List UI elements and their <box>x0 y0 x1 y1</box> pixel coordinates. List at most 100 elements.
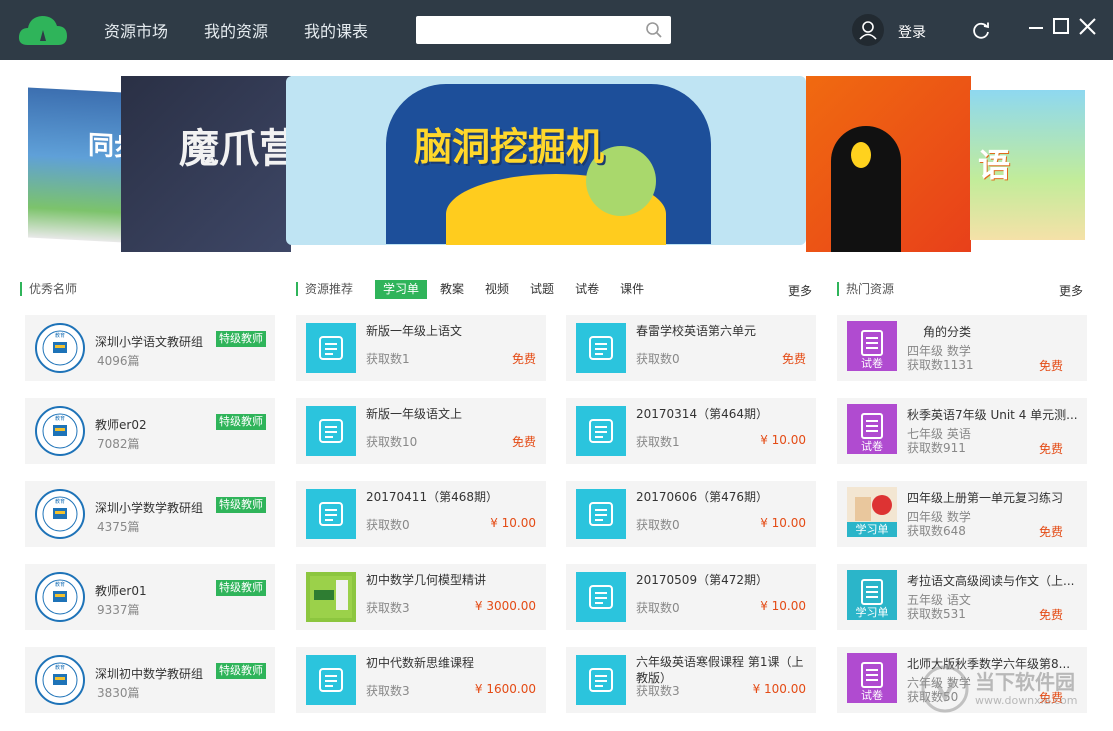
hot-resource-title: 秋季英语7年级 Unit 4 单元测... <box>907 408 1078 422</box>
search-icon[interactable] <box>645 21 663 39</box>
svg-text:教育: 教育 <box>55 498 65 505</box>
resource-price: ¥ 3000.00 <box>474 599 536 613</box>
close-icon[interactable] <box>1077 16 1099 38</box>
teacher-name: 深圳初中数学教研组 <box>95 667 204 681</box>
school-emblem-icon: 教育 <box>35 572 85 622</box>
banner-slide-center[interactable]: 脑洞挖掘机 <box>286 76 806 245</box>
teacher-article-count: 4375篇 <box>97 520 140 534</box>
banner-slide-text: 魔爪营 <box>179 126 291 172</box>
hot-resource-fetch-count: 获取数911 <box>907 441 966 455</box>
nav-my-schedule[interactable]: 我的课表 <box>304 18 368 42</box>
resource-card[interactable]: 20170606（第476期） 获取数0 ¥ 10.00 <box>566 481 816 547</box>
resource-fetch-count: 获取数0 <box>636 601 680 615</box>
teacher-name: 深圳小学语文教研组 <box>95 335 204 349</box>
hot-resource-card[interactable]: 学习单 考拉语文高级阅读与作文（上... 五年级 语文 获取数531 免费 <box>837 564 1087 630</box>
banner-slide-right[interactable] <box>806 76 971 252</box>
resource-title: 20170411（第468期） <box>366 490 498 504</box>
resource-title: 20170509（第472期） <box>636 573 768 587</box>
banner-slide-left-far[interactable]: 同步提 <box>28 87 123 243</box>
banner-carousel[interactable]: 同步提 魔爪营 脑洞挖掘机 语 <box>0 60 1113 272</box>
teacher-card[interactable]: 教育 教师er01 9337篇 特级教师 <box>25 564 275 630</box>
recommend-more-link[interactable]: 更多 <box>788 282 812 299</box>
minimize-icon[interactable] <box>1026 16 1048 38</box>
resource-card[interactable]: 初中数学几何模型精讲 获取数3 ¥ 3000.00 <box>296 564 546 630</box>
resource-fetch-count: 获取数0 <box>636 352 680 366</box>
resource-card[interactable]: 初中代数新思维课程 获取数3 ¥ 1600.00 <box>296 647 546 713</box>
resource-price: 免费 <box>781 352 806 366</box>
teacher-article-count: 7082篇 <box>97 437 140 451</box>
teacher-card[interactable]: 教育 深圳初中数学教研组 3830篇 特级教师 <box>25 647 275 713</box>
resource-card[interactable]: 春雷学校英语第六单元 获取数0 免费 <box>566 315 816 381</box>
watermark-text: 当下软件园 <box>975 670 1075 694</box>
banner-slide-right-far[interactable]: 语 <box>970 90 1085 240</box>
tab-courseware[interactable]: 课件 <box>612 280 652 299</box>
tab-study-sheet[interactable]: 学习单 <box>375 280 428 299</box>
resource-title: 春雷学校英语第六单元 <box>636 324 757 338</box>
special-teacher-badge: 特级教师 <box>216 497 266 513</box>
document-icon <box>306 406 356 456</box>
document-icon <box>306 655 356 705</box>
resource-fetch-count: 获取数0 <box>366 518 410 532</box>
resource-price: ¥ 100.00 <box>752 682 806 696</box>
maximize-icon[interactable] <box>1051 16 1073 38</box>
hot-resource-title: 角的分类 <box>923 325 972 339</box>
tab-exam-paper[interactable]: 试卷 <box>567 280 607 299</box>
teacher-card[interactable]: 教育 深圳小学数学教研组 4375篇 特级教师 <box>25 481 275 547</box>
school-emblem-icon: 教育 <box>35 406 85 456</box>
resource-fetch-count: 获取数10 <box>366 435 418 449</box>
resource-card[interactable]: 20170411（第468期） 获取数0 ¥ 10.00 <box>296 481 546 547</box>
hot-resource-card[interactable]: 学习单 四年级上册第一单元复习练习 四年级 数学 获取数648 免费 <box>837 481 1087 547</box>
teacher-article-count: 3830篇 <box>97 686 140 700</box>
resource-title: 初中数学几何模型精讲 <box>366 573 487 587</box>
resource-type-tag: 试卷 <box>847 356 897 371</box>
resource-card[interactable]: 六年级英语寒假课程 第1课（上教版） 获取数3 ¥ 100.00 <box>566 647 816 713</box>
search-input[interactable] <box>416 16 636 44</box>
document-icon <box>576 655 626 705</box>
svg-text:教育: 教育 <box>55 415 65 422</box>
banner-slide-left[interactable]: 魔爪营 <box>121 76 291 252</box>
recommend-section-title: 资源推荐 <box>296 282 353 296</box>
hot-more-link[interactable]: 更多 <box>1059 282 1083 299</box>
resource-price: ¥ 10.00 <box>490 516 536 530</box>
banner-slide-title: 脑洞挖掘机 <box>414 125 605 169</box>
school-emblem-icon: 教育 <box>35 489 85 539</box>
resource-title: 20170314（第464期） <box>636 407 768 421</box>
cloud-logo-icon[interactable] <box>18 13 68 47</box>
banner-slide-text: 同步提 <box>88 130 123 165</box>
resource-card[interactable]: 20170509（第472期） 获取数0 ¥ 10.00 <box>566 564 816 630</box>
resource-fetch-count: 获取数1 <box>366 352 410 366</box>
resource-card[interactable]: 新版一年级上语文 获取数1 免费 <box>296 315 546 381</box>
hot-resource-price: 免费 <box>1038 442 1063 456</box>
hot-resource-card[interactable]: 试卷 角的分类 四年级 数学 获取数1131 免费 <box>837 315 1087 381</box>
tab-video[interactable]: 视频 <box>477 280 517 299</box>
resource-fetch-count: 获取数1 <box>636 435 680 449</box>
tab-lesson-plan[interactable]: 教案 <box>432 280 472 299</box>
resource-title: 初中代数新思维课程 <box>366 656 475 670</box>
hot-resource-card[interactable]: 试卷 秋季英语7年级 Unit 4 单元测... 七年级 英语 获取数911 免费 <box>837 398 1087 464</box>
tab-questions[interactable]: 试题 <box>522 280 562 299</box>
book-cover-image <box>306 572 356 622</box>
school-emblem-icon: 教育 <box>35 655 85 705</box>
nav-resource-market[interactable]: 资源市场 <box>104 18 168 42</box>
hot-resource-title: 四年级上册第一单元复习练习 <box>907 491 1064 505</box>
resource-card[interactable]: 新版一年级语文上 获取数10 免费 <box>296 398 546 464</box>
document-icon <box>576 489 626 539</box>
hot-section-title: 热门资源 <box>837 282 894 296</box>
document-icon <box>576 572 626 622</box>
teacher-article-count: 9337篇 <box>97 603 140 617</box>
resource-price: ¥ 10.00 <box>760 516 806 530</box>
refresh-icon[interactable] <box>970 19 992 41</box>
resource-card[interactable]: 20170314（第464期） 获取数1 ¥ 10.00 <box>566 398 816 464</box>
resource-tabs: 学习单 教案 视频 试题 试卷 课件 <box>375 280 657 299</box>
nav-my-resources[interactable]: 我的资源 <box>204 18 268 42</box>
login-link[interactable]: 登录 <box>898 22 926 42</box>
special-teacher-badge: 特级教师 <box>216 331 266 347</box>
title-bar: 资源市场 我的资源 我的课表 登录 <box>0 0 1113 60</box>
teacher-card[interactable]: 教育 深圳小学语文教研组 4096篇 特级教师 <box>25 315 275 381</box>
resource-type-tag: 试卷 <box>847 688 897 703</box>
resource-type-tag: 学习单 <box>847 605 897 620</box>
hot-resource-price: 免费 <box>1038 359 1063 373</box>
teacher-card[interactable]: 教育 教师er02 7082篇 特级教师 <box>25 398 275 464</box>
resource-fetch-count: 获取数3 <box>636 684 680 698</box>
user-avatar-icon[interactable] <box>852 14 884 46</box>
